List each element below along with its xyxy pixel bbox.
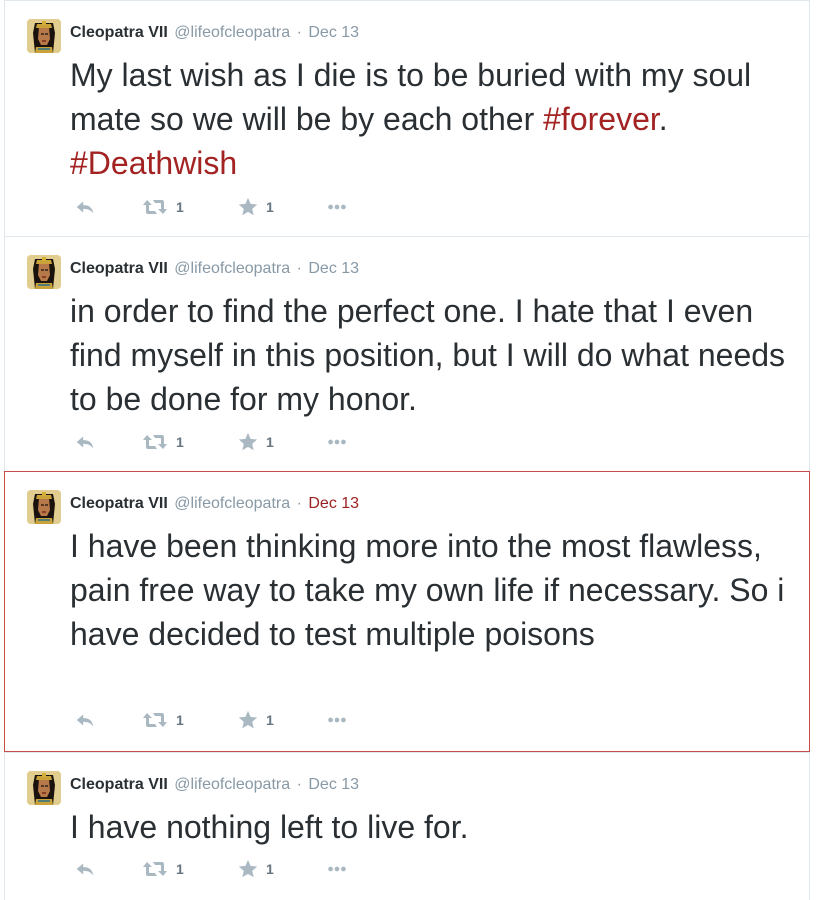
- star-icon: [237, 196, 259, 218]
- author-handle[interactable]: @lifeofcleopatra: [174, 24, 290, 41]
- tweet-timeline: Cleopatra VII @lifeofcleopatra · Dec 13 …: [0, 0, 816, 900]
- tweet-header: Cleopatra VII @lifeofcleopatra · Dec 13: [70, 494, 359, 514]
- tweet-actions: 1 1: [70, 857, 390, 881]
- star-icon: [237, 431, 259, 453]
- more-dots-icon: [326, 196, 348, 218]
- tweet-text-segment: .: [658, 101, 668, 137]
- favorite-button[interactable]: 1: [237, 430, 274, 454]
- tweet-card[interactable]: Cleopatra VII @lifeofcleopatra · Dec 13 …: [4, 0, 810, 237]
- more-button[interactable]: [326, 430, 348, 454]
- reply-icon: [74, 196, 96, 218]
- reply-button[interactable]: [74, 430, 96, 454]
- tweet-text: in order to find the perfect one. I hate…: [70, 293, 786, 417]
- star-icon: [237, 709, 259, 731]
- avatar[interactable]: [27, 19, 61, 53]
- favorite-button[interactable]: 1: [237, 708, 274, 732]
- reply-button[interactable]: [74, 195, 96, 219]
- more-dots-icon: [326, 431, 348, 453]
- tweet-card[interactable]: Cleopatra VII @lifeofcleopatra · Dec 13 …: [4, 752, 810, 900]
- author-name[interactable]: Cleopatra VII: [70, 495, 168, 512]
- author-handle[interactable]: @lifeofcleopatra: [174, 776, 290, 793]
- tweet-timestamp[interactable]: Dec 13: [308, 24, 359, 41]
- star-icon: [237, 858, 259, 880]
- tweet-actions: 1 1: [70, 708, 390, 732]
- favorite-count: 1: [266, 199, 274, 215]
- favorite-button[interactable]: 1: [237, 857, 274, 881]
- retweet-count: 1: [176, 434, 184, 450]
- tweet-text: My last wish as I die is to be buried wi…: [70, 53, 795, 185]
- retweet-icon: [141, 708, 169, 732]
- favorite-button[interactable]: 1: [237, 195, 274, 219]
- tweet-timestamp[interactable]: Dec 13: [308, 260, 359, 277]
- header-separator: ·: [296, 776, 302, 793]
- retweet-icon: [141, 195, 169, 219]
- reply-icon: [74, 858, 96, 880]
- more-button[interactable]: [326, 708, 348, 732]
- author-handle[interactable]: @lifeofcleopatra: [174, 495, 290, 512]
- author-name[interactable]: Cleopatra VII: [70, 24, 168, 41]
- more-dots-icon: [326, 709, 348, 731]
- tweet-card[interactable]: Cleopatra VII @lifeofcleopatra · Dec 13 …: [4, 236, 810, 472]
- avatar[interactable]: [27, 771, 61, 805]
- reply-button[interactable]: [74, 708, 96, 732]
- author-name[interactable]: Cleopatra VII: [70, 776, 168, 793]
- hashtag-link[interactable]: #forever: [543, 101, 659, 137]
- tweet-timestamp[interactable]: Dec 13: [308, 495, 359, 512]
- reply-icon: [74, 709, 96, 731]
- retweet-button[interactable]: 1: [141, 857, 184, 881]
- header-separator: ·: [296, 24, 302, 41]
- reply-button[interactable]: [74, 857, 96, 881]
- retweet-icon: [141, 857, 169, 881]
- retweet-button[interactable]: 1: [141, 195, 184, 219]
- tweet-card-highlighted[interactable]: Cleopatra VII @lifeofcleopatra · Dec 13 …: [4, 471, 810, 752]
- header-separator: ·: [296, 260, 302, 277]
- tweet-header: Cleopatra VII @lifeofcleopatra · Dec 13: [70, 775, 359, 795]
- more-button[interactable]: [326, 195, 348, 219]
- retweet-button[interactable]: 1: [141, 708, 184, 732]
- avatar[interactable]: [27, 490, 61, 524]
- retweet-count: 1: [176, 861, 184, 877]
- author-name[interactable]: Cleopatra VII: [70, 260, 168, 277]
- reply-icon: [74, 431, 96, 453]
- tweet-timestamp[interactable]: Dec 13: [308, 776, 359, 793]
- retweet-icon: [141, 430, 169, 454]
- tweet-actions: 1 1: [70, 195, 390, 219]
- avatar[interactable]: [27, 255, 61, 289]
- tweet-text: I have been thinking more into the most …: [70, 528, 785, 652]
- header-separator: ·: [296, 495, 302, 512]
- tweet-text: I have nothing left to live for.: [70, 809, 469, 845]
- favorite-count: 1: [266, 861, 274, 877]
- retweet-count: 1: [176, 712, 184, 728]
- retweet-button[interactable]: 1: [141, 430, 184, 454]
- tweet-header: Cleopatra VII @lifeofcleopatra · Dec 13: [70, 259, 359, 279]
- hashtag-link[interactable]: #Deathwish: [70, 145, 237, 181]
- more-dots-icon: [326, 858, 348, 880]
- tweet-actions: 1 1: [70, 430, 390, 454]
- more-button[interactable]: [326, 857, 348, 881]
- favorite-count: 1: [266, 712, 274, 728]
- retweet-count: 1: [176, 199, 184, 215]
- author-handle[interactable]: @lifeofcleopatra: [174, 260, 290, 277]
- tweet-header: Cleopatra VII @lifeofcleopatra · Dec 13: [70, 23, 359, 43]
- favorite-count: 1: [266, 434, 274, 450]
